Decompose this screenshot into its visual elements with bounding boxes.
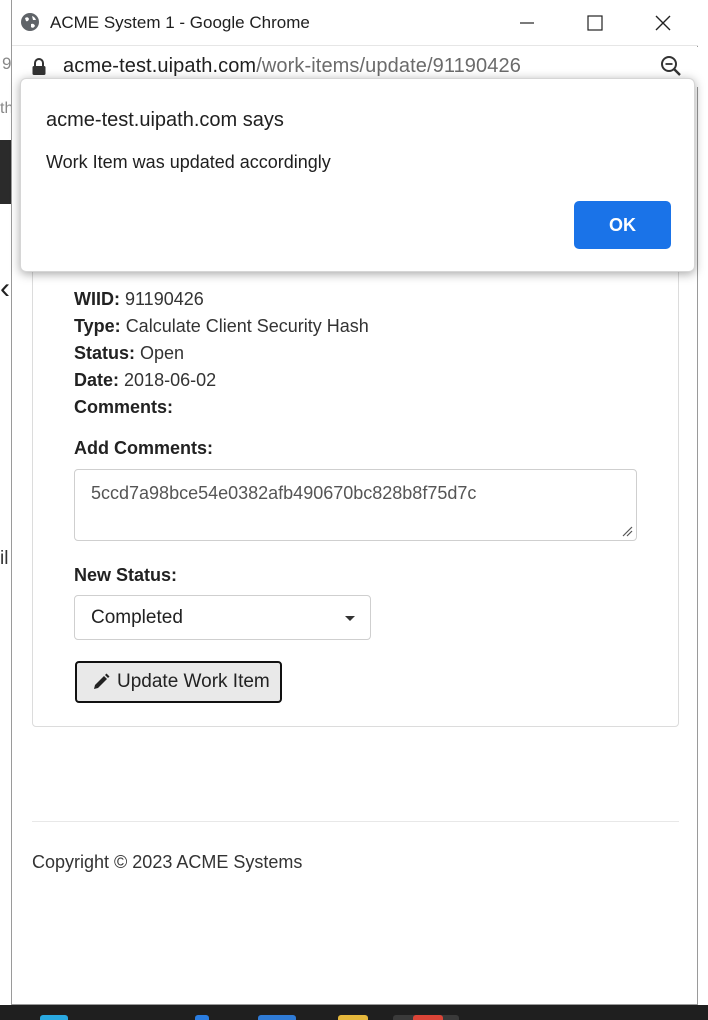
minimize-icon: [520, 22, 534, 24]
footer-divider: [32, 821, 679, 822]
chrome-taskbar-icon[interactable]: [413, 1015, 443, 1020]
date-value: 2018-06-02: [124, 370, 217, 390]
maximize-button[interactable]: [575, 8, 615, 38]
taskbar-app-icon[interactable]: [195, 1015, 209, 1020]
wiid-value: 91190426: [125, 289, 204, 309]
update-work-item-button[interactable]: Update Work Item: [75, 661, 282, 703]
caret-down-icon: [345, 616, 355, 621]
taskbar-app-icon[interactable]: [338, 1015, 368, 1020]
pencil-icon: [94, 673, 110, 689]
taskbar: [0, 1005, 708, 1020]
type-value: Calculate Client Security Hash: [125, 316, 369, 336]
url-path: /work-items/update/91190426: [256, 55, 521, 77]
dialog-message: Work Item was updated accordingly: [46, 152, 331, 172]
wiid-label: WIID:: [74, 289, 120, 309]
resize-grip-icon[interactable]: [621, 525, 633, 537]
title-bar: ACME System 1 - Google Chrome: [12, 0, 698, 46]
maximize-icon: [587, 15, 603, 31]
update-button-label: Update Work Item: [117, 671, 270, 692]
comments-text: 5ccd7a98bce54e0382afb490670bc828b8f75d7c: [91, 483, 477, 503]
wiid-row: WIID: 91190426: [74, 289, 204, 310]
type-row: Type: Calculate Client Security Hash: [74, 316, 369, 337]
type-label: Type:: [74, 316, 121, 336]
taskbar-app-icon[interactable]: [258, 1015, 296, 1020]
status-value: Open: [140, 343, 185, 363]
status-label: Status:: [74, 343, 136, 363]
comments-row: Comments:: [74, 397, 173, 418]
new-status-label: New Status:: [74, 565, 178, 585]
dialog-title: acme-test.uipath.com says: [46, 109, 284, 131]
url-host: acme-test.uipath.com: [63, 55, 257, 77]
minimize-button[interactable]: [507, 8, 547, 38]
status-select[interactable]: Completed: [74, 595, 371, 640]
zoom-icon[interactable]: [660, 55, 682, 77]
background-text-fragment: il: [0, 548, 9, 569]
close-button[interactable]: [643, 8, 683, 38]
comments-textarea[interactable]: 5ccd7a98bce54e0382afb490670bc828b8f75d7c: [74, 469, 637, 541]
lock-icon: [32, 58, 46, 75]
taskbar-app-icon[interactable]: [40, 1015, 68, 1020]
close-icon: [655, 15, 671, 31]
status-row: Status: Open: [74, 343, 184, 364]
url-text[interactable]: acme-test.uipath.com/work-items/update/9…: [63, 55, 521, 78]
status-selected-value: Completed: [91, 607, 183, 628]
background-chevron: ‹: [0, 272, 10, 305]
add-comments-label: Add Comments:: [74, 438, 213, 458]
globe-icon: [21, 13, 39, 31]
comments-label: Comments:: [74, 397, 174, 417]
alert-dialog: acme-test.uipath.com says Work Item was …: [20, 78, 695, 272]
date-row: Date: 2018-06-02: [74, 370, 216, 391]
date-label: Date:: [74, 370, 120, 390]
window-title: ACME System 1 - Google Chrome: [50, 13, 310, 32]
ok-button[interactable]: OK: [574, 201, 671, 249]
copyright-text: Copyright © 2023 ACME Systems: [32, 852, 303, 872]
